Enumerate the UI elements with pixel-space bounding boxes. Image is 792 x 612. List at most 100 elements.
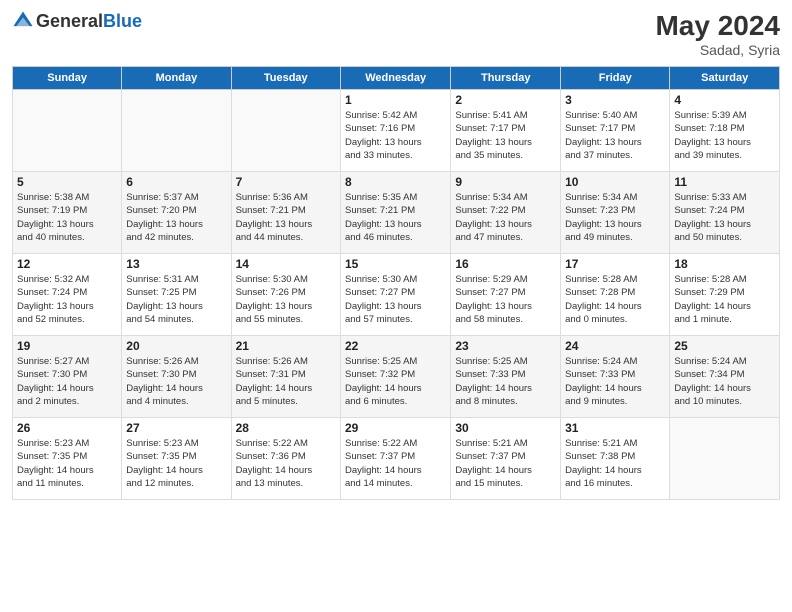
day-number: 1 xyxy=(345,93,446,107)
day-info: Sunrise: 5:29 AM Sunset: 7:27 PM Dayligh… xyxy=(455,273,556,326)
day-number: 26 xyxy=(17,421,117,435)
day-number: 23 xyxy=(455,339,556,353)
day-number: 30 xyxy=(455,421,556,435)
weekday-header-row: SundayMondayTuesdayWednesdayThursdayFrid… xyxy=(13,67,780,90)
day-number: 19 xyxy=(17,339,117,353)
day-info: Sunrise: 5:25 AM Sunset: 7:32 PM Dayligh… xyxy=(345,355,446,408)
calendar-cell xyxy=(231,90,340,172)
day-info: Sunrise: 5:30 AM Sunset: 7:27 PM Dayligh… xyxy=(345,273,446,326)
day-info: Sunrise: 5:31 AM Sunset: 7:25 PM Dayligh… xyxy=(126,273,226,326)
day-number: 27 xyxy=(126,421,226,435)
day-number: 14 xyxy=(236,257,336,271)
day-number: 16 xyxy=(455,257,556,271)
calendar-cell: 23 Sunrise: 5:25 AM Sunset: 7:33 PM Dayli… xyxy=(451,336,561,418)
calendar-cell: 24 Sunrise: 5:24 AM Sunset: 7:33 PM Dayli… xyxy=(561,336,670,418)
day-info: Sunrise: 5:23 AM Sunset: 7:35 PM Dayligh… xyxy=(126,437,226,490)
calendar-cell: 30 Sunrise: 5:21 AM Sunset: 7:37 PM Dayli… xyxy=(451,418,561,500)
day-info: Sunrise: 5:33 AM Sunset: 7:24 PM Dayligh… xyxy=(674,191,775,244)
day-number: 7 xyxy=(236,175,336,189)
day-info: Sunrise: 5:41 AM Sunset: 7:17 PM Dayligh… xyxy=(455,109,556,162)
calendar-cell xyxy=(122,90,231,172)
day-number: 22 xyxy=(345,339,446,353)
day-number: 6 xyxy=(126,175,226,189)
calendar-cell: 3Sunrise: 5:40 AM Sunset: 7:17 PM Daylig… xyxy=(561,90,670,172)
calendar-cell: 25Sunrise: 5:24 AM Sunset: 7:34 PM Dayli… xyxy=(670,336,780,418)
day-number: 24 xyxy=(565,339,665,353)
day-info: Sunrise: 5:38 AM Sunset: 7:19 PM Dayligh… xyxy=(17,191,117,244)
day-number: 17 xyxy=(565,257,665,271)
calendar-cell xyxy=(670,418,780,500)
calendar-cell: 9 Sunrise: 5:34 AM Sunset: 7:22 PM Daylig… xyxy=(451,172,561,254)
weekday-header-wednesday: Wednesday xyxy=(340,67,450,90)
logo-icon xyxy=(12,10,34,32)
calendar-cell: 18Sunrise: 5:28 AM Sunset: 7:29 PM Dayli… xyxy=(670,254,780,336)
calendar-cell: 27 Sunrise: 5:23 AM Sunset: 7:35 PM Dayli… xyxy=(122,418,231,500)
calendar-cell: 6Sunrise: 5:37 AM Sunset: 7:20 PM Daylig… xyxy=(122,172,231,254)
day-number: 15 xyxy=(345,257,446,271)
calendar-cell: 14Sunrise: 5:30 AM Sunset: 7:26 PM Dayli… xyxy=(231,254,340,336)
day-number: 25 xyxy=(674,339,775,353)
calendar-cell xyxy=(13,90,122,172)
day-number: 12 xyxy=(17,257,117,271)
logo: GeneralBlue xyxy=(12,10,142,32)
day-info: Sunrise: 5:39 AM Sunset: 7:18 PM Dayligh… xyxy=(674,109,775,162)
calendar-week-row: 1 Sunrise: 5:42 AM Sunset: 7:16 PM Daylig… xyxy=(13,90,780,172)
day-info: Sunrise: 5:23 AM Sunset: 7:35 PM Dayligh… xyxy=(17,437,117,490)
day-number: 10 xyxy=(565,175,665,189)
day-number: 31 xyxy=(565,421,665,435)
page-container: GeneralBlue May 2024 Sadad, Syria Sunday… xyxy=(0,0,792,510)
calendar-table: SundayMondayTuesdayWednesdayThursdayFrid… xyxy=(12,66,780,500)
calendar-cell: 22 Sunrise: 5:25 AM Sunset: 7:32 PM Dayli… xyxy=(340,336,450,418)
day-info: Sunrise: 5:25 AM Sunset: 7:33 PM Dayligh… xyxy=(455,355,556,408)
day-number: 4 xyxy=(674,93,775,107)
day-info: Sunrise: 5:34 AM Sunset: 7:23 PM Dayligh… xyxy=(565,191,665,244)
header: GeneralBlue May 2024 Sadad, Syria xyxy=(12,10,780,58)
calendar-cell: 13 Sunrise: 5:31 AM Sunset: 7:25 PM Dayli… xyxy=(122,254,231,336)
month-year: May 2024 xyxy=(655,10,780,42)
day-number: 9 xyxy=(455,175,556,189)
calendar-week-row: 26 Sunrise: 5:23 AM Sunset: 7:35 PM Dayli… xyxy=(13,418,780,500)
calendar-cell: 11 Sunrise: 5:33 AM Sunset: 7:24 PM Dayli… xyxy=(670,172,780,254)
day-info: Sunrise: 5:36 AM Sunset: 7:21 PM Dayligh… xyxy=(236,191,336,244)
weekday-header-monday: Monday xyxy=(122,67,231,90)
day-number: 2 xyxy=(455,93,556,107)
calendar-cell: 20Sunrise: 5:26 AM Sunset: 7:30 PM Dayli… xyxy=(122,336,231,418)
day-info: Sunrise: 5:24 AM Sunset: 7:33 PM Dayligh… xyxy=(565,355,665,408)
weekday-header-tuesday: Tuesday xyxy=(231,67,340,90)
calendar-cell: 4 Sunrise: 5:39 AM Sunset: 7:18 PM Daylig… xyxy=(670,90,780,172)
day-info: Sunrise: 5:21 AM Sunset: 7:37 PM Dayligh… xyxy=(455,437,556,490)
calendar-cell: 16 Sunrise: 5:29 AM Sunset: 7:27 PM Dayli… xyxy=(451,254,561,336)
calendar-cell: 15 Sunrise: 5:30 AM Sunset: 7:27 PM Dayli… xyxy=(340,254,450,336)
day-info: Sunrise: 5:22 AM Sunset: 7:36 PM Dayligh… xyxy=(236,437,336,490)
calendar-cell: 31 Sunrise: 5:21 AM Sunset: 7:38 PM Dayli… xyxy=(561,418,670,500)
day-number: 8 xyxy=(345,175,446,189)
calendar-week-row: 5 Sunrise: 5:38 AM Sunset: 7:19 PM Daylig… xyxy=(13,172,780,254)
day-number: 13 xyxy=(126,257,226,271)
title-block: May 2024 Sadad, Syria xyxy=(655,10,780,58)
calendar-week-row: 12Sunrise: 5:32 AM Sunset: 7:24 PM Dayli… xyxy=(13,254,780,336)
day-number: 28 xyxy=(236,421,336,435)
weekday-header-thursday: Thursday xyxy=(451,67,561,90)
calendar-cell: 8Sunrise: 5:35 AM Sunset: 7:21 PM Daylig… xyxy=(340,172,450,254)
logo-text: GeneralBlue xyxy=(36,11,142,32)
calendar-week-row: 19 Sunrise: 5:27 AM Sunset: 7:30 PM Dayli… xyxy=(13,336,780,418)
calendar-cell: 19 Sunrise: 5:27 AM Sunset: 7:30 PM Dayli… xyxy=(13,336,122,418)
calendar-cell: 17 Sunrise: 5:28 AM Sunset: 7:28 PM Dayli… xyxy=(561,254,670,336)
weekday-header-sunday: Sunday xyxy=(13,67,122,90)
calendar-cell: 2 Sunrise: 5:41 AM Sunset: 7:17 PM Daylig… xyxy=(451,90,561,172)
location: Sadad, Syria xyxy=(655,42,780,58)
day-info: Sunrise: 5:28 AM Sunset: 7:28 PM Dayligh… xyxy=(565,273,665,326)
day-number: 11 xyxy=(674,175,775,189)
weekday-header-friday: Friday xyxy=(561,67,670,90)
day-info: Sunrise: 5:34 AM Sunset: 7:22 PM Dayligh… xyxy=(455,191,556,244)
day-info: Sunrise: 5:26 AM Sunset: 7:30 PM Dayligh… xyxy=(126,355,226,408)
day-number: 5 xyxy=(17,175,117,189)
day-number: 21 xyxy=(236,339,336,353)
calendar-cell: 12Sunrise: 5:32 AM Sunset: 7:24 PM Dayli… xyxy=(13,254,122,336)
day-info: Sunrise: 5:27 AM Sunset: 7:30 PM Dayligh… xyxy=(17,355,117,408)
weekday-header-saturday: Saturday xyxy=(670,67,780,90)
day-info: Sunrise: 5:21 AM Sunset: 7:38 PM Dayligh… xyxy=(565,437,665,490)
day-info: Sunrise: 5:42 AM Sunset: 7:16 PM Dayligh… xyxy=(345,109,446,162)
day-info: Sunrise: 5:26 AM Sunset: 7:31 PM Dayligh… xyxy=(236,355,336,408)
calendar-cell: 21 Sunrise: 5:26 AM Sunset: 7:31 PM Dayli… xyxy=(231,336,340,418)
